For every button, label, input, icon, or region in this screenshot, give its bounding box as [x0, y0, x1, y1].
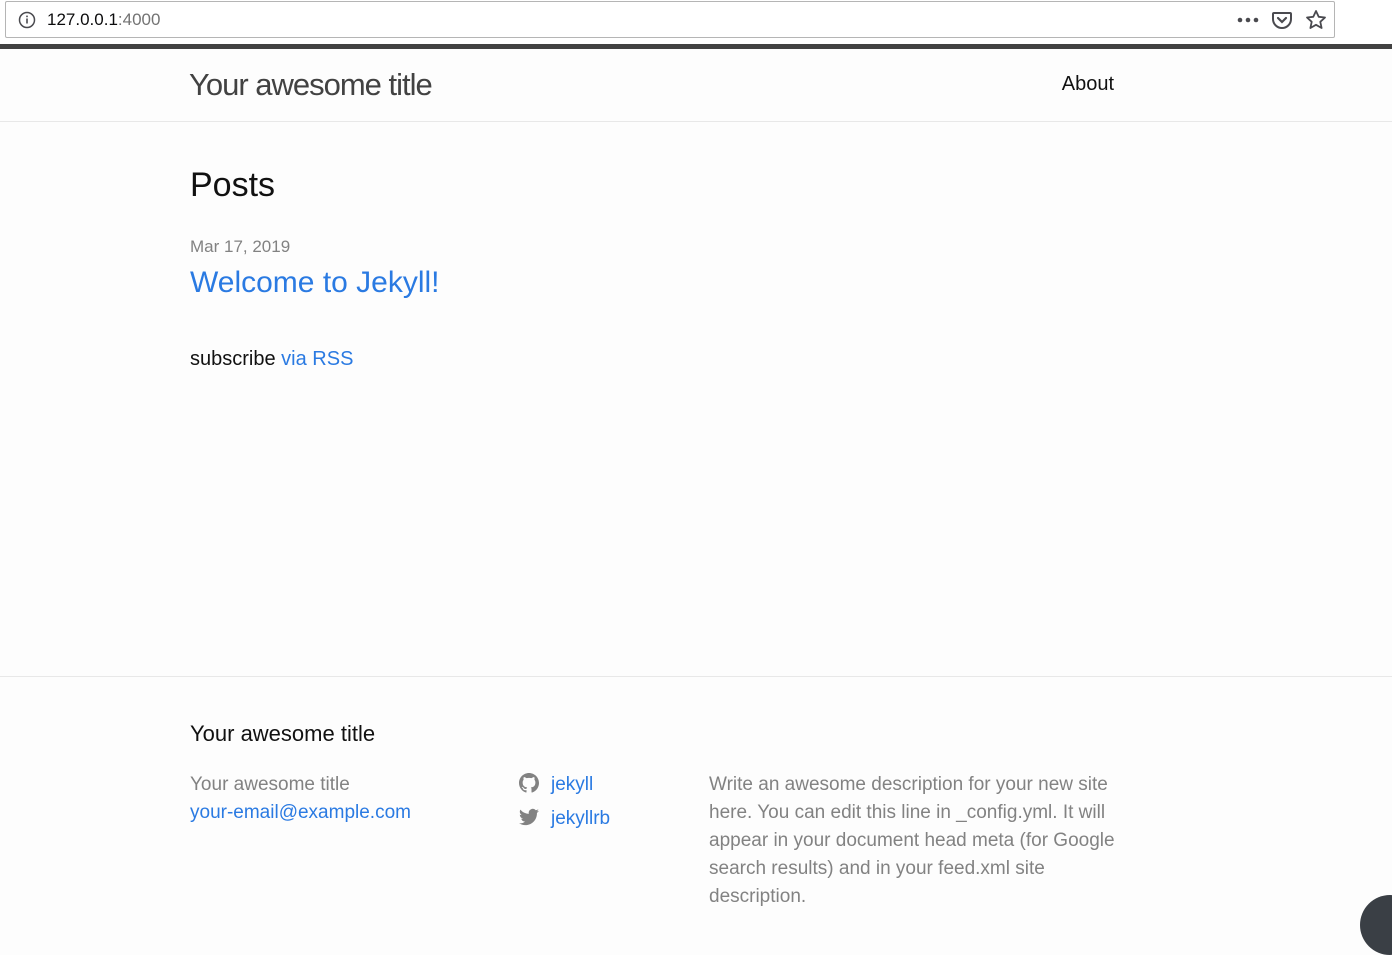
- rss-prefix: subscribe: [190, 348, 276, 370]
- site-footer: Your awesome title Your awesome title yo…: [0, 676, 1392, 912]
- browser-toolbar: 127.0.0.1:4000: [0, 0, 1392, 44]
- footer-heading: Your awesome title: [190, 721, 376, 746]
- rss-subscribe: subscribe via RSS: [190, 348, 353, 371]
- address-bar[interactable]: 127.0.0.1:4000: [5, 1, 1335, 38]
- post-date: Mar 17, 2019: [190, 237, 291, 256]
- site-title-link[interactable]: Your awesome title: [189, 67, 433, 103]
- github-icon[interactable]: [519, 772, 539, 798]
- twitter-link[interactable]: jekyllrb: [551, 808, 610, 830]
- footer-site-name: Your awesome title: [190, 774, 350, 795]
- github-link[interactable]: jekyll: [551, 774, 593, 796]
- info-icon[interactable]: [18, 11, 36, 29]
- url-actions: [1236, 8, 1328, 32]
- twitter-icon[interactable]: [519, 807, 539, 832]
- nav-link-about[interactable]: About: [1062, 73, 1114, 96]
- footer-contact: Your awesome title your-email@example.co…: [190, 771, 411, 827]
- bookmark-star-icon[interactable]: [1304, 8, 1328, 32]
- site-header: Your awesome title About: [0, 49, 1392, 122]
- pocket-icon[interactable]: [1270, 8, 1294, 32]
- more-icon[interactable]: [1236, 8, 1260, 32]
- url-host: 127.0.0.1: [47, 10, 118, 29]
- url-port: :4000: [117, 10, 161, 29]
- post-title-link[interactable]: Welcome to Jekyll!: [190, 266, 440, 300]
- rss-link[interactable]: via RSS: [281, 348, 353, 370]
- url-text[interactable]: 127.0.0.1:4000: [47, 10, 160, 30]
- footer-description: Write an awesome description for your ne…: [709, 774, 1115, 907]
- footer-social: jekyll jekyllrb: [519, 768, 610, 836]
- footer-email-link[interactable]: your-email@example.com: [190, 799, 411, 827]
- posts-heading: Posts: [190, 166, 276, 204]
- social-item-twitter: jekyllrb: [519, 802, 610, 836]
- social-item-github: jekyll: [519, 768, 610, 802]
